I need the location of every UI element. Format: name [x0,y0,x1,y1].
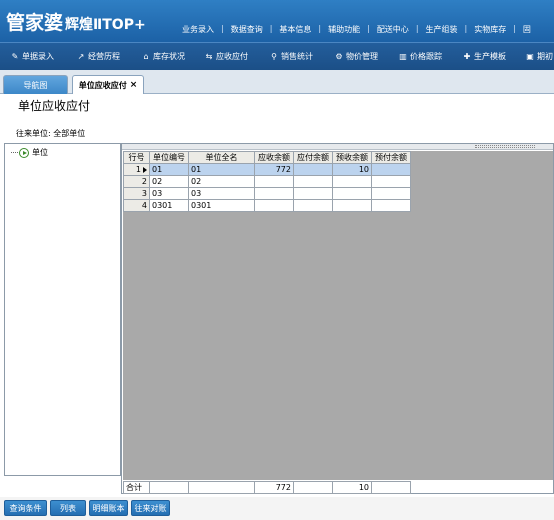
total-advance-received: 10 [332,481,372,494]
data-grid: 行号 单位编号 单位全名 应收余额 应付余额 预收余额 预付余额 1 01 01… [123,151,553,480]
totals-label: 合计 [123,481,150,494]
tree-node-unit[interactable]: 单位 [11,147,48,158]
bottom-button-bar: 查询条件 列表 明细账本 往来对账 [0,497,554,520]
play-icon [19,147,29,158]
detail-ledger-button[interactable]: 明细账本 [89,500,128,516]
app-header: 管家婆 辉煌ⅡTOP+ 业务录入 | 数据查询 | 基本信息 | 辅助功能 | 配送中心 |… [0,0,554,42]
top-menu-physical-stock[interactable]: 实物库存 [474,24,506,35]
toolbar-receivable-payable[interactable]: ⇆ 应收应付 [204,51,248,62]
col-unit-name[interactable]: 单位全名 [188,151,255,164]
tab-unit-receivable-payable[interactable]: 单位应收应付 × [72,75,144,94]
toolbar-production-template[interactable]: ✚ 生产模板 [462,51,506,62]
col-row-no[interactable]: 行号 [123,151,150,164]
home-icon: ⌂ [143,52,149,61]
close-icon[interactable]: × [130,80,138,90]
bar-chart-icon: ▥ [399,52,407,61]
tab-strip: 导航图 单位应收应付 × [0,70,554,94]
balance-table: 行号 单位编号 单位全名 应收余额 应付余额 预收余额 预付余额 1 01 01… [123,151,411,212]
toolbar-price-management[interactable]: ⚙ 物价管理 [334,51,378,62]
wrench-icon: ✚ [463,52,471,61]
top-menu-data-query[interactable]: 数据查询 [231,24,263,35]
top-menu-auxiliary[interactable]: 辅助功能 [328,24,360,35]
toolbar-business-history[interactable]: ↗ 经营历程 [76,51,120,62]
grid-panel: 行号 单位编号 单位全名 应收余额 应付余额 预收余额 预付余额 1 01 01… [121,143,554,494]
toolbar-price-tracking[interactable]: ▥ 价格跟踪 [398,51,442,62]
col-payable[interactable]: 应付余额 [293,151,333,164]
top-menu-basic-info[interactable]: 基本信息 [279,24,311,35]
logo-sub: 辉煌ⅡTOP+ [65,17,146,33]
top-menu: 业务录入 | 数据查询 | 基本信息 | 辅助功能 | 配送中心 | 生产组装 | 实物库存… [182,24,531,35]
toolbar-sales-stats[interactable]: ⚲ 销售统计 [269,51,313,62]
top-menu-assembly[interactable]: 生产组装 [426,24,458,35]
line-chart-icon: ↗ [77,52,85,61]
main-toolbar: ✎ 单据录入 ↗ 经营历程 ⌂ 库存状况 ⇆ 应收应付 ⚲ 销售统计 ⚙ 物价管理 ▥ 价格跟… [0,42,554,70]
bill-entry-icon: ✎ [11,52,19,61]
app-logo: 管家婆 辉煌ⅡTOP+ [6,8,146,35]
col-advance-received[interactable]: 预收余额 [332,151,372,164]
top-menu-business-entry[interactable]: 业务录入 [182,24,214,35]
totals-row: 合计 772 10 [123,481,411,494]
top-menu-distribution[interactable]: 配送中心 [377,24,409,35]
total-receivable: 772 [254,481,294,494]
logo-main: 管家婆 [6,12,64,34]
query-conditions-button[interactable]: 查询条件 [4,500,47,516]
reconciliation-button[interactable]: 往来对账 [131,500,170,516]
toolbar-bill-entry[interactable]: ✎ 单据录入 [10,51,54,62]
page-title: 单位应收应付 [18,99,91,113]
row-pointer-icon [143,166,147,173]
calendar-icon: ▣ [526,52,534,61]
col-advance-paid[interactable]: 预付余额 [371,151,411,164]
exchange-icon: ⇆ [205,52,213,61]
grip-handle[interactable] [475,145,535,148]
filter-summary: 往来单位: 全部单位 [16,129,86,138]
list-button[interactable]: 列表 [50,500,86,516]
toolbar-opening[interactable]: ▣ 期初 [525,51,553,62]
splitter-strip[interactable] [122,144,553,150]
gear-icon: ⚙ [335,52,343,61]
table-row[interactable]: 2 02 02 [123,175,411,188]
search-icon: ⚲ [271,52,277,61]
table-row[interactable]: 3 03 03 [123,187,411,200]
table-row[interactable]: 4 0301 0301 [123,199,411,212]
col-unit-code[interactable]: 单位编号 [149,151,189,164]
table-header-row: 行号 单位编号 单位全名 应收余额 应付余额 预收余额 预付余额 [123,151,411,164]
top-menu-fixed[interactable]: 固 [523,24,531,35]
table-row[interactable]: 1 01 01 772 10 [123,163,411,176]
col-receivable[interactable]: 应收余额 [254,151,294,164]
unit-tree-panel: 单位 [4,143,121,476]
tab-navigation[interactable]: 导航图 [3,75,68,94]
toolbar-inventory-status[interactable]: ⌂ 库存状况 [141,51,185,62]
